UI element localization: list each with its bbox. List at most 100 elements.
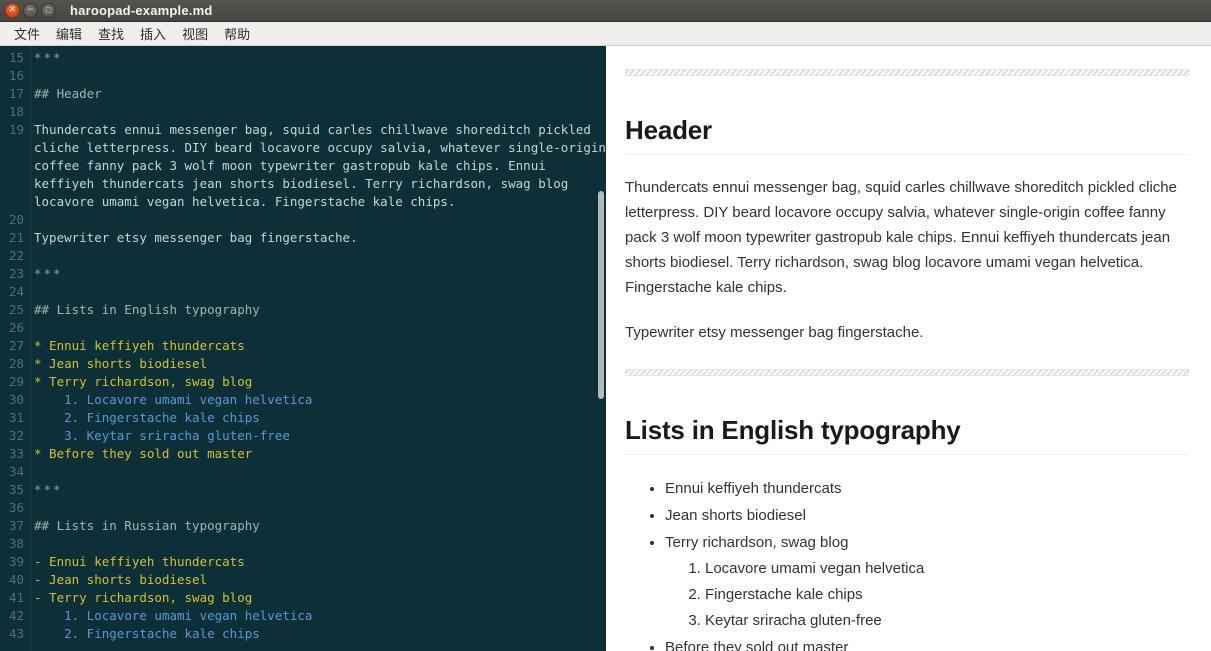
line-number: 30 [8,392,24,407]
list-item: Terry richardson, swag blog Locavore uma… [665,531,1189,633]
line-number: 23 [8,266,24,281]
horizontal-rule-middle [625,369,1189,376]
editor-line[interactable]: 27 * Ennui keffiyeh thundercats [0,337,606,355]
preview-paragraph-1: Thundercats ennui messenger bag, squid c… [625,179,1177,296]
line-number: 17 [8,86,24,101]
editor-line[interactable]: 15 *** [0,49,606,67]
editor-line[interactable]: 22 [0,247,606,265]
list-item: Keytar sriracha gluten-free [705,609,1189,633]
line-content: 3. Keytar sriracha gluten-free [34,428,290,443]
line-number: 26 [8,320,24,335]
line-number: 27 [8,338,24,353]
line-number: 24 [8,284,24,299]
line-number: 39 [8,554,24,569]
line-content: 2. Fingerstache kale chips [34,626,260,641]
line-number: 32 [8,428,24,443]
line-content: * Ennui keffiyeh thundercats [34,338,245,353]
editor-scrollbar-thumb[interactable] [598,191,604,399]
editor-line[interactable]: 33 * Before they sold out master [0,445,606,463]
line-content: ## Lists in English typography [34,302,260,317]
editor-line[interactable]: 43 2. Fingerstache kale chips [0,625,606,643]
editor-line-list: 15 *** 16 17 ## Header 18 19 Thundercats ennui … [0,46,606,643]
editor-line[interactable]: 41 - Terry richardson, swag blog [0,589,606,607]
editor-line[interactable]: 28 * Jean shorts biodiesel [0,355,606,373]
split-panes: 15 *** 16 17 ## Header 18 19 Thundercats ennui … [0,46,1211,651]
close-glyph: ✕ [8,5,17,15]
title-bar: ✕ − □ haroopad-example.md [0,0,1211,22]
editor-line[interactable]: 26 [0,319,606,337]
line-number: 19 [8,122,24,137]
editor-line[interactable]: 32 3. Keytar sriracha gluten-free [0,427,606,445]
line-content: *** [34,266,63,281]
line-content: 1. Locavore umami vegan helvetica [34,608,313,623]
line-number: 38 [8,536,24,551]
editor-line[interactable]: 37 ## Lists in Russian typography [0,517,606,535]
line-content: 1. Locavore umami vegan helvetica [34,392,313,407]
close-icon[interactable]: ✕ [5,3,20,18]
menu-item-find[interactable]: 查找 [90,22,132,45]
editor-line[interactable]: 35 *** [0,481,606,499]
editor-line[interactable]: 17 ## Header [0,85,606,103]
editor-line[interactable]: 42 1. Locavore umami vegan helvetica [0,607,606,625]
window-title: haroopad-example.md [70,3,213,18]
line-number: 25 [8,302,24,317]
line-number: 21 [8,230,24,245]
line-content: - Jean shorts biodiesel [34,572,208,587]
menu-item-edit[interactable]: 编辑 [48,22,90,45]
line-number: 20 [8,212,24,227]
window-controls: ✕ − □ [0,3,56,18]
editor-line[interactable]: 40 - Jean shorts biodiesel [0,571,606,589]
minimize-icon[interactable]: − [23,3,38,18]
preview-pane: Header Thundercats ennui messenger bag, … [610,46,1211,651]
line-content: * Terry richardson, swag blog [34,374,253,389]
line-content: Thundercats ennui messenger bag, squid c… [34,122,606,209]
editor-line[interactable]: 18 [0,103,606,121]
editor-line[interactable]: 30 1. Locavore umami vegan helvetica [0,391,606,409]
line-content: * Jean shorts biodiesel [34,356,208,371]
editor-line[interactable]: 25 ## Lists in English typography [0,301,606,319]
editor-line[interactable]: 23 *** [0,265,606,283]
editor-line[interactable]: 19 Thundercats ennui messenger bag, squid… [0,121,606,211]
line-number: 16 [8,68,24,83]
line-number: 41 [8,590,24,605]
menu-item-insert[interactable]: 插入 [132,22,174,45]
editor-line[interactable]: 24 [0,283,606,301]
editor-line[interactable]: 16 [0,67,606,85]
editor-line[interactable]: 38 [0,535,606,553]
menu-bar: 文件 编辑 查找 插入 视图 帮助 [0,22,1211,46]
editor-scrollbar[interactable] [592,46,606,651]
maximize-icon[interactable]: □ [41,3,56,18]
menu-item-view[interactable]: 视图 [174,22,216,45]
line-content: - Terry richardson, swag blog [34,590,253,605]
editor-line[interactable]: 36 [0,499,606,517]
preview-numbered-sublist: Locavore umami vegan helvetica Fingersta… [665,557,1189,633]
list-item: Locavore umami vegan helvetica [705,557,1189,581]
menu-item-help[interactable]: 帮助 [216,22,258,45]
editor-line[interactable]: 39 - Ennui keffiyeh thundercats [0,553,606,571]
line-content: ## Header [34,86,102,101]
line-number: 37 [8,518,24,533]
preview-bullet-list: Ennui keffiyeh thundercats Jean shorts b… [625,477,1189,651]
menu-item-file[interactable]: 文件 [6,22,48,45]
line-number: 33 [8,446,24,461]
line-number: 42 [8,608,24,623]
list-item: Before they sold out master [665,636,1189,651]
list-item: Jean shorts biodiesel [665,504,1189,528]
haroopad-window: ✕ − □ haroopad-example.md 文件 编辑 查找 插入 视图… [0,0,1211,651]
line-number: 22 [8,248,24,263]
markdown-editor[interactable]: 15 *** 16 17 ## Header 18 19 Thundercats ennui … [0,46,606,651]
editor-line[interactable]: 29 * Terry richardson, swag blog [0,373,606,391]
line-number: 29 [8,374,24,389]
line-number: 34 [8,464,24,479]
line-number: 18 [8,104,24,119]
editor-line[interactable]: 21 Typewriter etsy messenger bag fingerst… [0,229,606,247]
line-content: Typewriter etsy messenger bag fingerstac… [34,230,358,245]
minimize-glyph: − [26,5,35,15]
editor-line[interactable]: 20 [0,211,606,229]
list-item: Ennui keffiyeh thundercats [665,477,1189,501]
line-number: 35 [8,482,24,497]
preview-heading-lists: Lists in English typography [625,414,1189,455]
preview-heading-header: Header [625,114,1189,155]
editor-line[interactable]: 34 [0,463,606,481]
editor-line[interactable]: 31 2. Fingerstache kale chips [0,409,606,427]
